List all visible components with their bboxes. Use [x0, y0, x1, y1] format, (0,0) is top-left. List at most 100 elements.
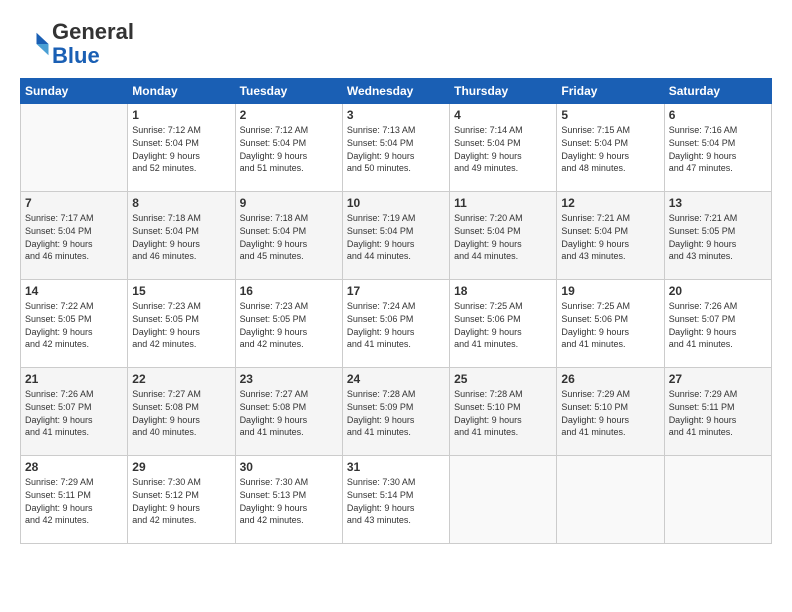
day-number: 4: [454, 108, 552, 122]
calendar-cell: 18 Sunrise: 7:25 AM Sunset: 5:06 PM Dayli…: [450, 280, 557, 368]
calendar-cell: 27Sunrise: 7:29 AM Sunset: 5:11 PM Dayli…: [664, 368, 771, 456]
calendar-body: 1 Sunrise: 7:12 AM Sunset: 5:04 PM Daylig…: [21, 104, 772, 544]
day-info: Sunrise: 7:22 AM Sunset: 5:05 PM Dayligh…: [25, 300, 123, 350]
header-row: SundayMondayTuesdayWednesdayThursdayFrid…: [21, 79, 772, 104]
calendar-cell: 2Sunrise: 7:12 AM Sunset: 5:04 PM Daylig…: [235, 104, 342, 192]
calendar-cell: 6Sunrise: 7:16 AM Sunset: 5:04 PM Daylig…: [664, 104, 771, 192]
day-number: 22: [132, 372, 230, 386]
calendar-cell: 9 Sunrise: 7:18 AM Sunset: 5:04 PM Daylig…: [235, 192, 342, 280]
day-info: Sunrise: 7:21 AM Sunset: 5:05 PM Dayligh…: [669, 212, 767, 262]
day-info: Sunrise: 7:23 AM Sunset: 5:05 PM Dayligh…: [132, 300, 230, 350]
calendar-cell: 23 Sunrise: 7:27 AM Sunset: 5:08 PM Dayli…: [235, 368, 342, 456]
header-day-tuesday: Tuesday: [235, 79, 342, 104]
day-number: 29: [132, 460, 230, 474]
day-info: Sunrise: 7:18 AM Sunset: 5:04 PM Dayligh…: [132, 212, 230, 262]
calendar-cell: 26 Sunrise: 7:29 AM Sunset: 5:10 PM Dayli…: [557, 368, 664, 456]
day-number: 30: [240, 460, 338, 474]
day-info: Sunrise: 7:19 AM Sunset: 5:04 PM Dayligh…: [347, 212, 445, 262]
day-info: Sunrise: 7:30 AM Sunset: 5:14 PM Dayligh…: [347, 476, 445, 526]
calendar-cell: 19 Sunrise: 7:25 AM Sunset: 5:06 PM Dayli…: [557, 280, 664, 368]
week-row-2: 14 Sunrise: 7:22 AM Sunset: 5:05 PM Dayli…: [21, 280, 772, 368]
calendar-cell: 1 Sunrise: 7:12 AM Sunset: 5:04 PM Daylig…: [128, 104, 235, 192]
day-number: 23: [240, 372, 338, 386]
calendar-cell: 12Sunrise: 7:21 AM Sunset: 5:04 PM Dayli…: [557, 192, 664, 280]
day-info: Sunrise: 7:25 AM Sunset: 5:06 PM Dayligh…: [561, 300, 659, 350]
day-info: Sunrise: 7:26 AM Sunset: 5:07 PM Dayligh…: [25, 388, 123, 438]
header-day-sunday: Sunday: [21, 79, 128, 104]
calendar-table: SundayMondayTuesdayWednesdayThursdayFrid…: [20, 78, 772, 544]
day-info: Sunrise: 7:29 AM Sunset: 5:11 PM Dayligh…: [25, 476, 123, 526]
day-number: 25: [454, 372, 552, 386]
day-info: Sunrise: 7:13 AM Sunset: 5:04 PM Dayligh…: [347, 124, 445, 174]
calendar-cell: 22Sunrise: 7:27 AM Sunset: 5:08 PM Dayli…: [128, 368, 235, 456]
day-number: 11: [454, 196, 552, 210]
calendar-cell: 24 Sunrise: 7:28 AM Sunset: 5:09 PM Dayli…: [342, 368, 449, 456]
day-number: 24: [347, 372, 445, 386]
day-info: Sunrise: 7:15 AM Sunset: 5:04 PM Dayligh…: [561, 124, 659, 174]
day-info: Sunrise: 7:21 AM Sunset: 5:04 PM Dayligh…: [561, 212, 659, 262]
calendar-cell: [664, 456, 771, 544]
calendar-cell: 3 Sunrise: 7:13 AM Sunset: 5:04 PM Daylig…: [342, 104, 449, 192]
day-info: Sunrise: 7:14 AM Sunset: 5:04 PM Dayligh…: [454, 124, 552, 174]
day-number: 13: [669, 196, 767, 210]
calendar-cell: [450, 456, 557, 544]
calendar-cell: 13 Sunrise: 7:21 AM Sunset: 5:05 PM Dayli…: [664, 192, 771, 280]
day-number: 16: [240, 284, 338, 298]
calendar-cell: 4 Sunrise: 7:14 AM Sunset: 5:04 PM Daylig…: [450, 104, 557, 192]
day-info: Sunrise: 7:28 AM Sunset: 5:09 PM Dayligh…: [347, 388, 445, 438]
day-number: 17: [347, 284, 445, 298]
calendar-cell: 11 Sunrise: 7:20 AM Sunset: 5:04 PM Dayli…: [450, 192, 557, 280]
day-number: 7: [25, 196, 123, 210]
week-row-3: 21 Sunrise: 7:26 AM Sunset: 5:07 PM Dayli…: [21, 368, 772, 456]
calendar-cell: [557, 456, 664, 544]
calendar-cell: 25 Sunrise: 7:28 AM Sunset: 5:10 PM Dayli…: [450, 368, 557, 456]
day-number: 14: [25, 284, 123, 298]
calendar-cell: 14 Sunrise: 7:22 AM Sunset: 5:05 PM Dayli…: [21, 280, 128, 368]
day-number: 31: [347, 460, 445, 474]
day-number: 10: [347, 196, 445, 210]
day-info: Sunrise: 7:20 AM Sunset: 5:04 PM Dayligh…: [454, 212, 552, 262]
day-info: Sunrise: 7:26 AM Sunset: 5:07 PM Dayligh…: [669, 300, 767, 350]
calendar-header: SundayMondayTuesdayWednesdayThursdayFrid…: [21, 79, 772, 104]
day-info: Sunrise: 7:17 AM Sunset: 5:04 PM Dayligh…: [25, 212, 123, 262]
day-number: 5: [561, 108, 659, 122]
calendar-cell: 20Sunrise: 7:26 AM Sunset: 5:07 PM Dayli…: [664, 280, 771, 368]
logo-icon: [20, 29, 50, 59]
header-day-thursday: Thursday: [450, 79, 557, 104]
calendar-cell: 7 Sunrise: 7:17 AM Sunset: 5:04 PM Daylig…: [21, 192, 128, 280]
day-number: 28: [25, 460, 123, 474]
calendar-cell: [21, 104, 128, 192]
calendar-cell: 10 Sunrise: 7:19 AM Sunset: 5:04 PM Dayli…: [342, 192, 449, 280]
day-number: 1: [132, 108, 230, 122]
calendar-cell: 5 Sunrise: 7:15 AM Sunset: 5:04 PM Daylig…: [557, 104, 664, 192]
day-info: Sunrise: 7:28 AM Sunset: 5:10 PM Dayligh…: [454, 388, 552, 438]
logo-text: General Blue: [52, 20, 134, 68]
calendar-cell: 17Sunrise: 7:24 AM Sunset: 5:06 PM Dayli…: [342, 280, 449, 368]
week-row-4: 28 Sunrise: 7:29 AM Sunset: 5:11 PM Dayli…: [21, 456, 772, 544]
calendar-cell: 8 Sunrise: 7:18 AM Sunset: 5:04 PM Daylig…: [128, 192, 235, 280]
day-number: 18: [454, 284, 552, 298]
calendar-cell: 30Sunrise: 7:30 AM Sunset: 5:13 PM Dayli…: [235, 456, 342, 544]
day-number: 8: [132, 196, 230, 210]
day-info: Sunrise: 7:18 AM Sunset: 5:04 PM Dayligh…: [240, 212, 338, 262]
calendar-cell: 21 Sunrise: 7:26 AM Sunset: 5:07 PM Dayli…: [21, 368, 128, 456]
day-number: 26: [561, 372, 659, 386]
day-number: 3: [347, 108, 445, 122]
calendar-cell: 31 Sunrise: 7:30 AM Sunset: 5:14 PM Dayli…: [342, 456, 449, 544]
day-number: 19: [561, 284, 659, 298]
day-number: 27: [669, 372, 767, 386]
day-info: Sunrise: 7:25 AM Sunset: 5:06 PM Dayligh…: [454, 300, 552, 350]
day-info: Sunrise: 7:12 AM Sunset: 5:04 PM Dayligh…: [240, 124, 338, 174]
day-number: 9: [240, 196, 338, 210]
day-info: Sunrise: 7:27 AM Sunset: 5:08 PM Dayligh…: [240, 388, 338, 438]
logo: General Blue: [20, 20, 134, 68]
day-info: Sunrise: 7:12 AM Sunset: 5:04 PM Dayligh…: [132, 124, 230, 174]
day-info: Sunrise: 7:29 AM Sunset: 5:10 PM Dayligh…: [561, 388, 659, 438]
day-number: 21: [25, 372, 123, 386]
header-day-saturday: Saturday: [664, 79, 771, 104]
header-day-wednesday: Wednesday: [342, 79, 449, 104]
header-day-friday: Friday: [557, 79, 664, 104]
week-row-0: 1 Sunrise: 7:12 AM Sunset: 5:04 PM Daylig…: [21, 104, 772, 192]
day-info: Sunrise: 7:30 AM Sunset: 5:12 PM Dayligh…: [132, 476, 230, 526]
calendar-cell: 16Sunrise: 7:23 AM Sunset: 5:05 PM Dayli…: [235, 280, 342, 368]
